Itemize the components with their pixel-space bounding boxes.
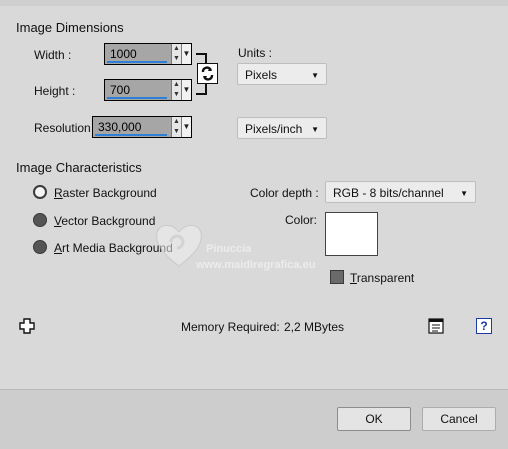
- units-label: Units :: [238, 46, 273, 60]
- down-arrow-icon[interactable]: ▼: [172, 90, 181, 100]
- help-icon[interactable]: ?: [476, 318, 492, 334]
- height-label: Height :: [34, 84, 76, 98]
- resolution-units-select[interactable]: Pixels/inch ▼: [237, 117, 327, 139]
- height-value: 700: [105, 80, 171, 100]
- chevron-down-icon: ▼: [460, 189, 468, 198]
- width-stepper[interactable]: ▲ ▼: [171, 44, 181, 64]
- height-input[interactable]: 700 ▲ ▼ ▼: [104, 79, 192, 101]
- color-depth-value: RGB - 8 bits/channel: [333, 186, 444, 200]
- watermark-url: www.maidiregrafica.eu: [196, 259, 316, 271]
- chevron-down-icon: ▼: [311, 125, 319, 134]
- top-edge: [0, 0, 508, 6]
- watermark-name: Pinuccia: [206, 243, 252, 255]
- width-value: 1000: [105, 44, 171, 64]
- link-chain-icon[interactable]: [197, 63, 218, 84]
- memory-required-value: 2,2 MBytes: [284, 320, 345, 334]
- transparent-checkbox[interactable]: [330, 270, 344, 284]
- raster-background-label[interactable]: Raster Background: [54, 186, 157, 200]
- color-label: Color:: [285, 213, 318, 227]
- up-arrow-icon[interactable]: ▲: [172, 44, 181, 54]
- resolution-units-value: Pixels/inch: [245, 122, 303, 136]
- units-select[interactable]: Pixels ▼: [237, 63, 327, 85]
- width-input[interactable]: 1000 ▲ ▼ ▼: [104, 43, 192, 65]
- transparent-label[interactable]: Transparent: [350, 271, 414, 285]
- resolution-label: Resolution :: [34, 121, 98, 135]
- image-characteristics-title: Image Characteristics: [16, 160, 142, 175]
- color-depth-select[interactable]: RGB - 8 bits/channel ▼: [325, 181, 476, 203]
- raster-background-radio[interactable]: [33, 185, 47, 199]
- height-dropdown-icon[interactable]: ▼: [181, 80, 191, 100]
- chevron-down-icon: ▼: [311, 71, 319, 80]
- width-label: Width :: [34, 48, 72, 62]
- down-arrow-icon[interactable]: ▼: [172, 127, 181, 137]
- vector-background-radio[interactable]: [33, 213, 47, 227]
- resolution-value: 330,000: [93, 117, 171, 137]
- image-dimensions-title: Image Dimensions: [16, 20, 124, 35]
- ok-button[interactable]: OK: [337, 407, 411, 431]
- up-arrow-icon[interactable]: ▲: [172, 117, 181, 127]
- height-stepper[interactable]: ▲ ▼: [171, 80, 181, 100]
- crosshair-plus-icon[interactable]: [19, 318, 35, 334]
- memory-required-label: Memory Required:: [181, 320, 280, 334]
- resolution-dropdown-icon[interactable]: ▼: [181, 117, 191, 137]
- color-depth-label: Color depth :: [250, 186, 319, 200]
- notes-icon[interactable]: [428, 318, 444, 334]
- width-dropdown-icon[interactable]: ▼: [181, 44, 191, 64]
- down-arrow-icon[interactable]: ▼: [172, 54, 181, 64]
- units-select-value: Pixels: [245, 68, 278, 82]
- cancel-button[interactable]: Cancel: [422, 407, 496, 431]
- color-swatch[interactable]: [325, 212, 378, 256]
- vector-background-label[interactable]: Vector Background: [54, 214, 155, 228]
- resolution-input[interactable]: 330,000 ▲ ▼ ▼: [92, 116, 192, 138]
- art-media-background-radio[interactable]: [33, 240, 47, 254]
- up-arrow-icon[interactable]: ▲: [172, 80, 181, 90]
- resolution-stepper[interactable]: ▲ ▼: [171, 117, 181, 137]
